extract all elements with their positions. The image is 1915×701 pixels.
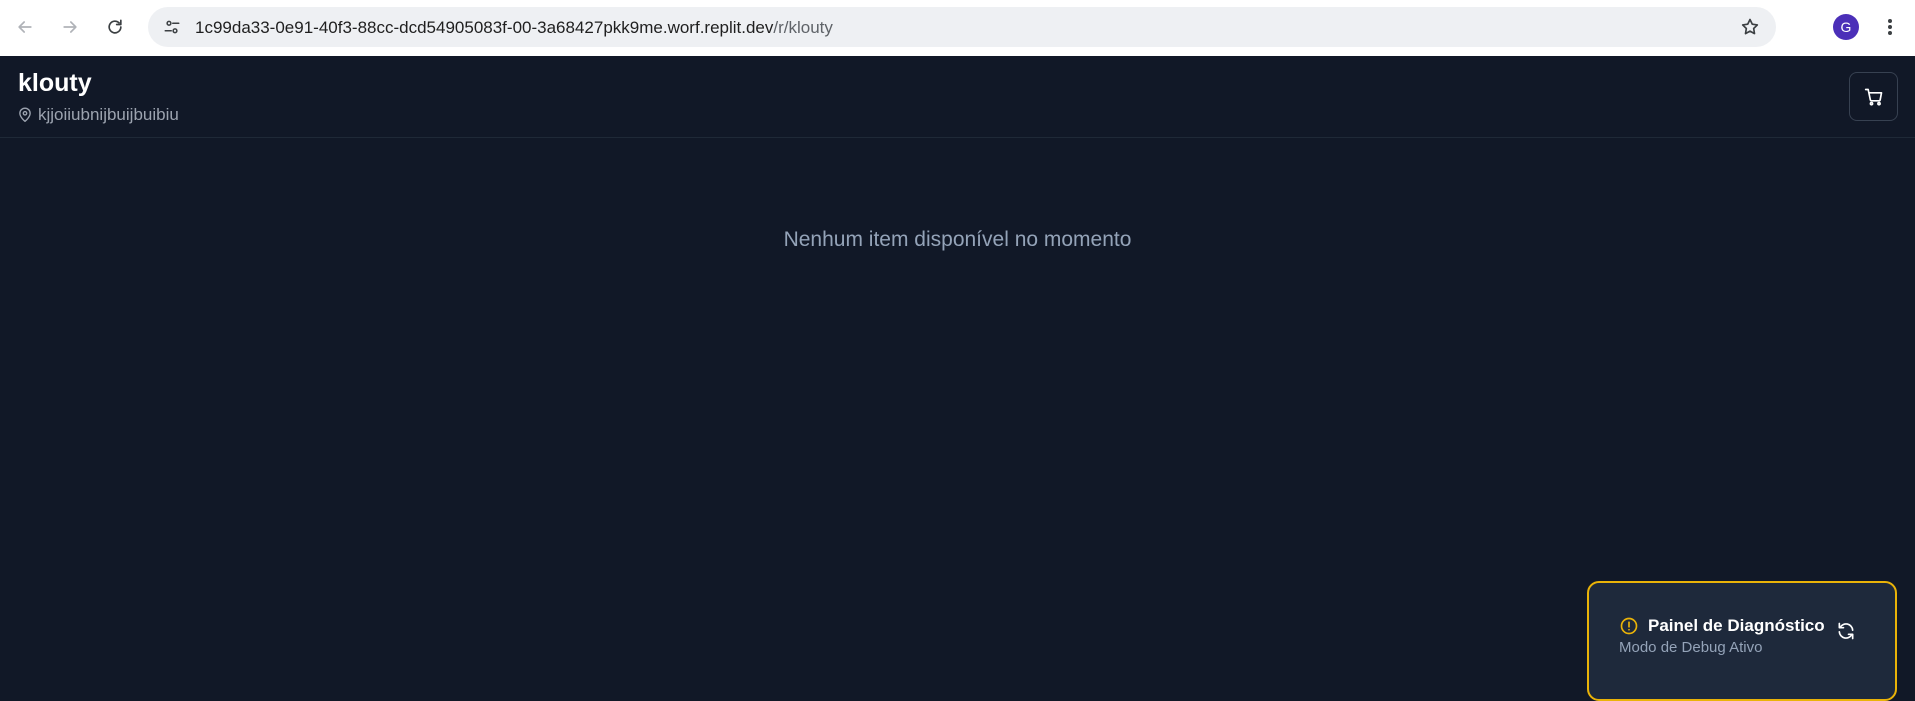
site-info-button[interactable] bbox=[160, 15, 184, 39]
more-vert-icon bbox=[1888, 19, 1892, 35]
reload-button[interactable] bbox=[100, 12, 130, 42]
cart-button[interactable] bbox=[1849, 72, 1898, 121]
arrow-right-icon bbox=[63, 21, 77, 33]
map-pin-icon bbox=[19, 107, 31, 122]
browser-menu-button[interactable] bbox=[1877, 13, 1903, 41]
browser-toolbar: 1c99da33-0e91-40f3-88cc-dcd54905083f-00-… bbox=[0, 0, 1915, 56]
app-page: klouty kjjoiiubnijbuijbuibiu Nenhum item… bbox=[0, 56, 1915, 701]
bookmark-button[interactable] bbox=[1738, 15, 1762, 39]
reload-icon bbox=[108, 19, 122, 34]
diagnostics-refresh-button[interactable] bbox=[1834, 619, 1858, 643]
star-icon bbox=[1741, 18, 1759, 35]
refresh-icon bbox=[1838, 622, 1854, 640]
profile-avatar[interactable]: G bbox=[1833, 14, 1859, 40]
empty-state-message: Nenhum item disponível no momento bbox=[783, 228, 1132, 251]
shopping-cart-icon bbox=[1864, 88, 1882, 106]
alert-circle-icon bbox=[1620, 617, 1638, 635]
location-line: kjjoiiubnijbuijbuibiu bbox=[18, 105, 179, 125]
address-bar[interactable]: 1c99da33-0e91-40f3-88cc-dcd54905083f-00-… bbox=[148, 7, 1776, 47]
diagnostics-subtitle: Modo de Debug Ativo bbox=[1619, 639, 1763, 656]
app-header: klouty kjjoiiubnijbuijbuibiu bbox=[0, 56, 1915, 138]
tune-icon bbox=[164, 20, 180, 34]
page-title: klouty bbox=[18, 69, 92, 97]
url-host: 1c99da33-0e91-40f3-88cc-dcd54905083f-00-… bbox=[195, 18, 774, 37]
location-text: kjjoiiubnijbuijbuibiu bbox=[38, 105, 179, 124]
diagnostics-panel: Painel de Diagnóstico Modo de Debug Ativ… bbox=[1587, 581, 1897, 701]
forward-button[interactable] bbox=[55, 12, 85, 42]
url-path: /r/klouty bbox=[773, 18, 833, 37]
url-text: 1c99da33-0e91-40f3-88cc-dcd54905083f-00-… bbox=[195, 18, 833, 38]
diagnostics-title: Painel de Diagnóstico bbox=[1648, 616, 1825, 635]
arrow-left-icon bbox=[18, 21, 32, 33]
back-button[interactable] bbox=[10, 12, 40, 42]
